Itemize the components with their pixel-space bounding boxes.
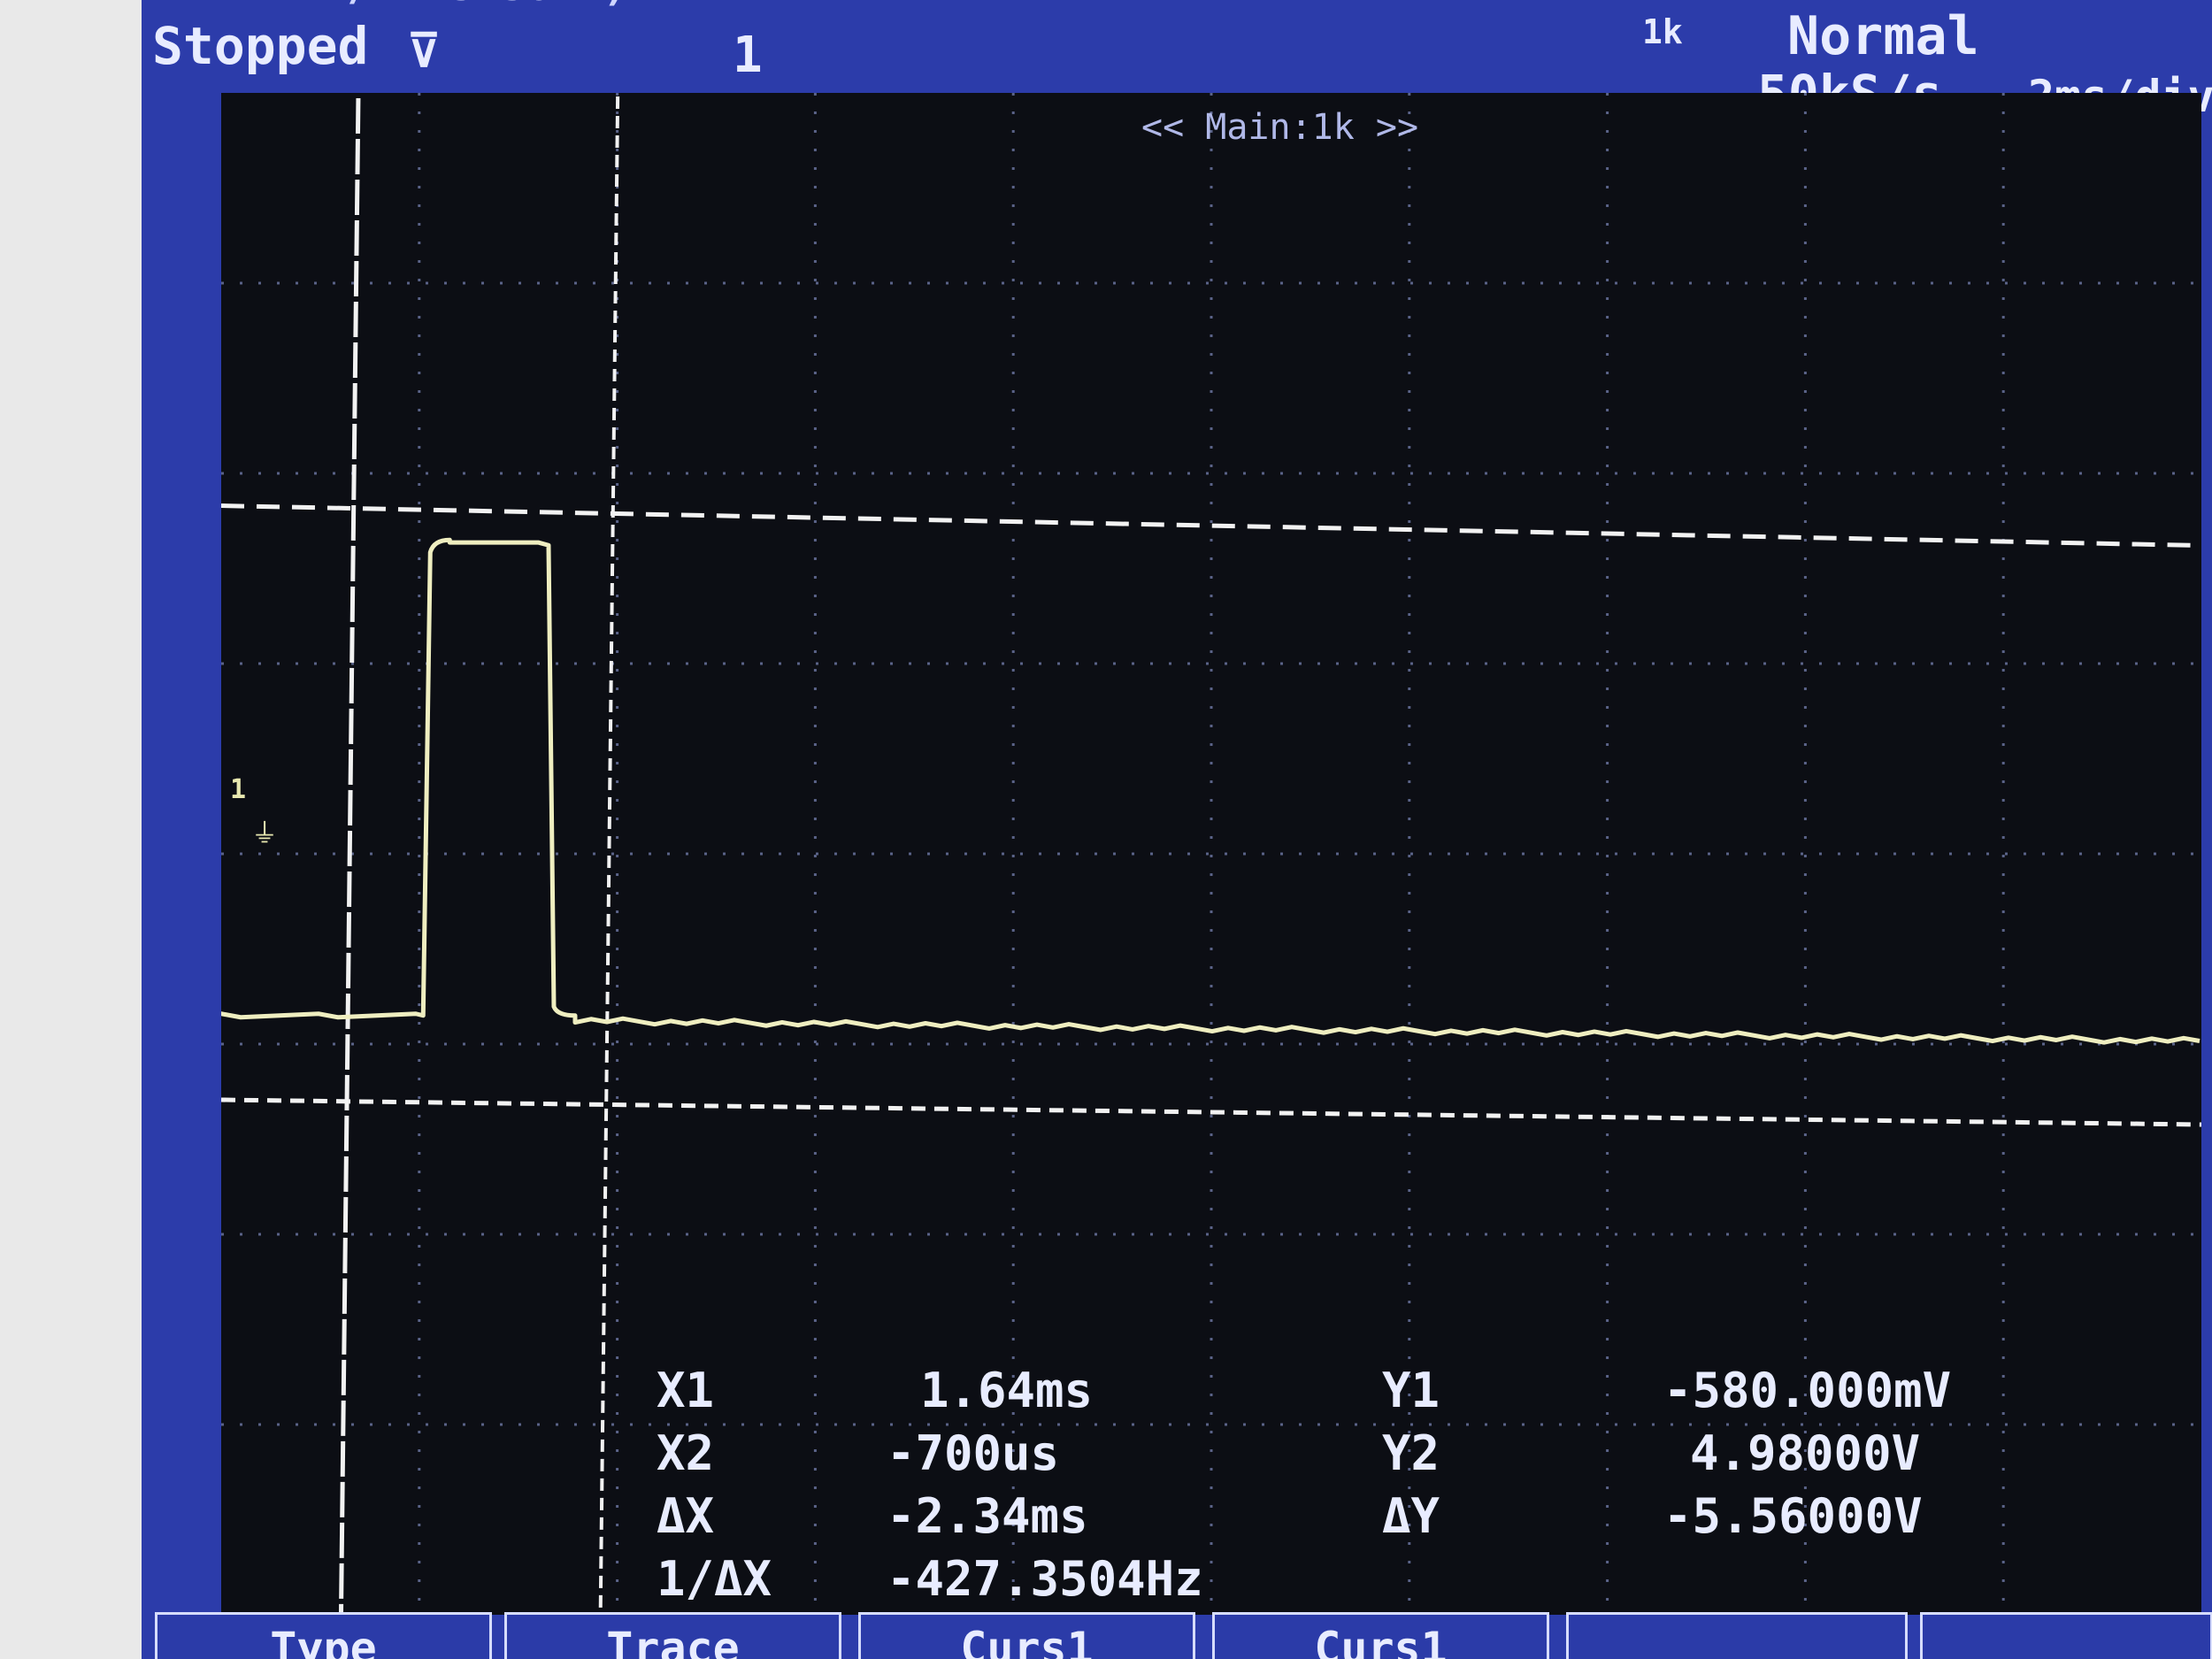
cursor-x2-line xyxy=(598,93,620,1615)
delta-y-value: -5.56000V xyxy=(1663,1488,1923,1544)
delta-y-label: ΔY xyxy=(1382,1488,1440,1544)
oscilloscope-screen: ... :27/7 13:30:4) Stopped ⊽ 1 1k Normal… xyxy=(142,0,2212,1659)
inverse-delta-x-label: 1/ΔX xyxy=(657,1551,772,1607)
ground-icon: ⏚ xyxy=(251,818,278,849)
x2-label: X2 xyxy=(657,1425,715,1481)
trigger-falling-edge-icon: ⊽ xyxy=(407,25,442,78)
softkey-bar: Type Trace Curs1 Curs1 xyxy=(150,1612,2212,1659)
inverse-delta-x-value: -427.3504Hz xyxy=(887,1551,1203,1607)
channel-1-marker[interactable]: 1 xyxy=(230,774,246,805)
softkey-type[interactable]: Type xyxy=(155,1612,492,1659)
softkey-cursor-1-x[interactable]: Curs1 xyxy=(858,1612,1195,1659)
softkey-cursor-1-y[interactable]: Curs1 xyxy=(1212,1612,1549,1659)
x1-label: X1 xyxy=(657,1363,715,1418)
x2-value: -700us xyxy=(887,1425,1060,1481)
softkey-5[interactable] xyxy=(1566,1612,1908,1659)
cursor-y2-line xyxy=(221,1097,2201,1127)
x1-value: 1.64ms xyxy=(920,1363,1094,1418)
acquisition-mode: Normal xyxy=(1787,5,1979,67)
y1-value: -580.000mV xyxy=(1663,1363,1952,1418)
waveform-graticule[interactable]: << Main:1k >> 1 ⏚ X1 1.64ms X2 -700us ΔX… xyxy=(221,93,2201,1615)
trigger-channel: 1 xyxy=(733,27,763,84)
softkey-6[interactable] xyxy=(1920,1612,2212,1659)
date-time-readout: ... :27/7 13:30:4) xyxy=(168,0,628,11)
y2-label: Y2 xyxy=(1382,1425,1440,1481)
cursor-x1-line xyxy=(338,93,361,1615)
softkey-trace[interactable]: Trace xyxy=(504,1612,841,1659)
y1-label: Y1 xyxy=(1382,1363,1440,1418)
delta-x-value: -2.34ms xyxy=(887,1488,1088,1544)
zoom-window-label: << Main:1k >> xyxy=(1141,107,1419,148)
y2-value: 4.98000V xyxy=(1690,1425,1921,1481)
acquisition-status: Stopped xyxy=(152,16,369,76)
record-length: 1k xyxy=(1642,12,1683,51)
delta-x-label: ΔX xyxy=(657,1488,715,1544)
